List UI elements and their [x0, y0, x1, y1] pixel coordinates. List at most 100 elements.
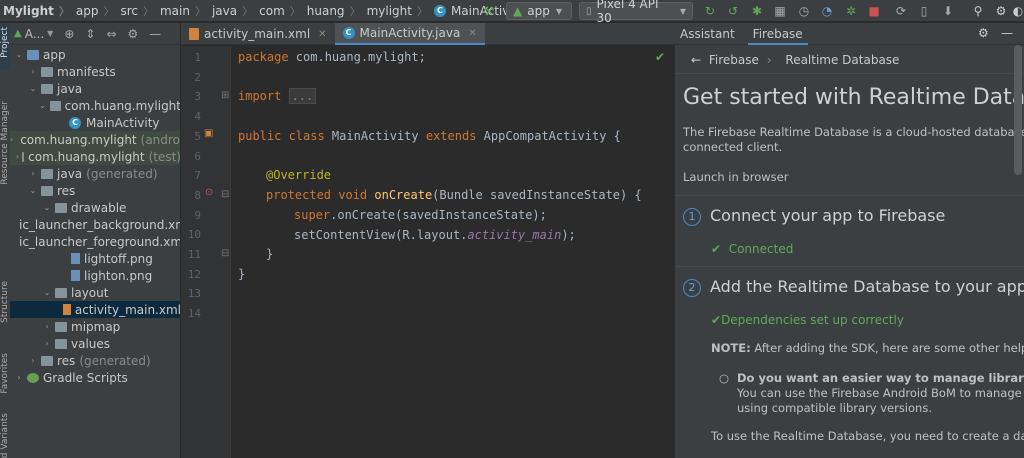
stop-icon[interactable]: ■ [866, 3, 882, 19]
breadcrumb-mylight[interactable]: mylight 〉 [367, 0, 434, 22]
notifications-icon[interactable]: ◐ [1010, 3, 1024, 19]
hide-panel-icon[interactable]: — [1001, 26, 1013, 40]
expand-all-icon[interactable]: ⇕ [85, 27, 95, 41]
chevron-down-icon[interactable]: ⌄ [28, 84, 38, 93]
close-icon[interactable]: ✕ [468, 28, 476, 39]
tree-item[interactable]: C MainActivity [10, 114, 180, 131]
locate-icon[interactable]: ⊕ [64, 27, 74, 41]
hide-panel-icon[interactable]: — [149, 27, 161, 41]
tree-item[interactable]: ⌄ java [10, 80, 180, 97]
run-coverage-icon[interactable]: ▦ [772, 3, 788, 19]
gear-icon[interactable]: ⚙ [993, 3, 1009, 19]
chevron-down-icon[interactable]: ⌄ [14, 50, 24, 59]
fold-icon[interactable]: ⊟ [221, 248, 229, 259]
gear-icon[interactable]: ⚙ [978, 26, 989, 40]
chevron-down-icon[interactable]: ⌄ [42, 288, 52, 297]
tree-item[interactable]: ic_launcher_foreground.xml [10, 233, 180, 250]
apply-changes-icon[interactable]: ↻ [702, 3, 718, 19]
tree-item[interactable]: › res (generated) [10, 352, 180, 369]
firebase-back-link[interactable]: Firebase [709, 53, 759, 67]
folded-imports[interactable]: ... [288, 88, 317, 104]
build-variants-tool-tab[interactable]: Build Variants [0, 413, 10, 458]
fold-icon[interactable]: ⊟ [221, 189, 229, 200]
tab-firebase[interactable]: Firebase [747, 23, 808, 45]
tree-item[interactable]: ic_launcher_background.xml [10, 216, 180, 233]
tree-item[interactable]: › mipmap [10, 318, 180, 335]
tree-item[interactable]: ⌄ res [10, 182, 180, 199]
close-icon[interactable]: ✕ [318, 29, 326, 40]
tab-assistant[interactable]: Assistant [675, 23, 740, 45]
chevron-right-icon[interactable]: › [42, 339, 52, 348]
favorites-tool-tab[interactable]: Favorites [0, 353, 10, 394]
back-arrow-icon[interactable]: ← [691, 53, 701, 67]
tree-item[interactable]: › com.huang.mylight (test) [10, 148, 180, 165]
tree-item-label: drawable [71, 200, 127, 215]
fold-icon[interactable]: ⊞ [221, 90, 229, 101]
chevron-right-icon[interactable]: › [42, 322, 52, 331]
chevron-down-icon[interactable]: ⌄ [38, 101, 47, 110]
chevron-right-icon[interactable]: › [10, 135, 13, 144]
tree-item[interactable]: › Gradle Scripts [10, 369, 180, 386]
chevron-right-icon[interactable]: › [28, 169, 38, 178]
inspection-ok-icon[interactable]: ✔ [655, 50, 665, 64]
structure-tool-tab[interactable]: Structure [0, 281, 10, 323]
debug-icon[interactable]: ✱ [749, 3, 765, 19]
tree-item[interactable]: lightoff.png [10, 250, 180, 267]
attach-debugger-icon[interactable]: ◔ [819, 3, 835, 19]
code-line: package com.huang.mylight; [238, 50, 426, 64]
run-config-select[interactable]: ▲ app ▼ [506, 2, 572, 20]
scrollbar[interactable] [1014, 45, 1022, 175]
sdk-manager-icon[interactable]: ⬇ [940, 3, 956, 19]
chevron-right-icon[interactable]: › [28, 356, 38, 365]
project-view-select[interactable]: A... [25, 27, 44, 41]
sync-gradle-icon[interactable]: ⟳ [893, 3, 909, 19]
tree-item-label: lightoff.png [84, 251, 153, 266]
step-number-badge: 2 [683, 279, 701, 297]
breadcrumb-com[interactable]: com 〉 [259, 0, 307, 22]
tree-item[interactable]: ⌄ com.huang.mylight [10, 97, 180, 114]
tree-item[interactable]: activity_main.xml [10, 301, 180, 318]
profile-icon[interactable]: ◷ [796, 3, 812, 19]
collapse-all-icon[interactable]: ⇔ [106, 27, 116, 41]
tree-item[interactable]: ⌄ app [10, 46, 180, 63]
chevron-right-icon[interactable]: › [28, 67, 38, 76]
override-icon[interactable]: ⊙ [205, 187, 213, 198]
tab-activity-main-xml[interactable]: activity_main.xml ✕ [181, 23, 335, 45]
bug-icon[interactable]: ✲ [843, 3, 859, 19]
tab-mainactivity-java[interactable]: C MainActivity.java ✕ [334, 23, 485, 45]
code-editor[interactable]: package com.huang.mylight; import ... pu… [232, 46, 675, 458]
launch-in-browser-link[interactable]: Launch in browser [683, 170, 788, 185]
resource-manager-tool-tab[interactable]: Resource Manager [0, 101, 10, 185]
tree-item[interactable]: ⌄ layout [10, 284, 180, 301]
gear-icon[interactable]: ⚙ [128, 27, 139, 41]
device-select[interactable]: ▯ Pixel 4 API 30 ▼ [579, 0, 693, 25]
breadcrumb-huang[interactable]: huang 〉 [307, 0, 367, 22]
project-tool-tab[interactable]: Project [0, 27, 10, 58]
search-icon[interactable]: ⚲ [970, 3, 986, 19]
avd-manager-icon[interactable]: ▯ [916, 3, 932, 19]
tree-item-label: mipmap [71, 319, 121, 334]
chevron-down-icon[interactable]: ⌄ [28, 186, 38, 195]
tree-item[interactable]: › java (generated) [10, 165, 180, 182]
layout-file-icon[interactable]: ▣ [204, 128, 213, 139]
tree-item[interactable]: › values [10, 335, 180, 352]
breadcrumb-app[interactable]: app 〉 [76, 0, 121, 22]
tree-item[interactable]: ⌄ drawable [10, 199, 180, 216]
chevron-right-icon[interactable]: › [14, 373, 24, 382]
breadcrumb-main[interactable]: main 〉 [160, 0, 212, 22]
chevron-right-icon[interactable]: › [16, 152, 19, 161]
tree-item[interactable]: › com.huang.mylight(androidTest) [10, 131, 180, 148]
apply-code-changes-icon[interactable]: ↺ [725, 3, 741, 19]
tree-item-label: MainActivity [86, 115, 160, 130]
chevron-down-icon[interactable]: ⌄ [42, 203, 52, 212]
code-line: } [238, 267, 246, 281]
java-class-icon: C [69, 116, 81, 129]
tree-item[interactable]: › manifests [10, 63, 180, 80]
breadcrumb-src[interactable]: src 〉 [120, 0, 160, 22]
breadcrumb-java[interactable]: java 〉 [212, 0, 259, 22]
build-hammer-icon[interactable]: ⚒ [481, 3, 497, 19]
chevron-down-icon[interactable]: ▼ [47, 29, 53, 38]
bullet-text: You can use the Firebase Android BoM to … [737, 386, 1024, 400]
tree-item[interactable]: lighton.png [10, 267, 180, 284]
breadcrumb-project[interactable]: Mylight 〉 [0, 0, 76, 22]
